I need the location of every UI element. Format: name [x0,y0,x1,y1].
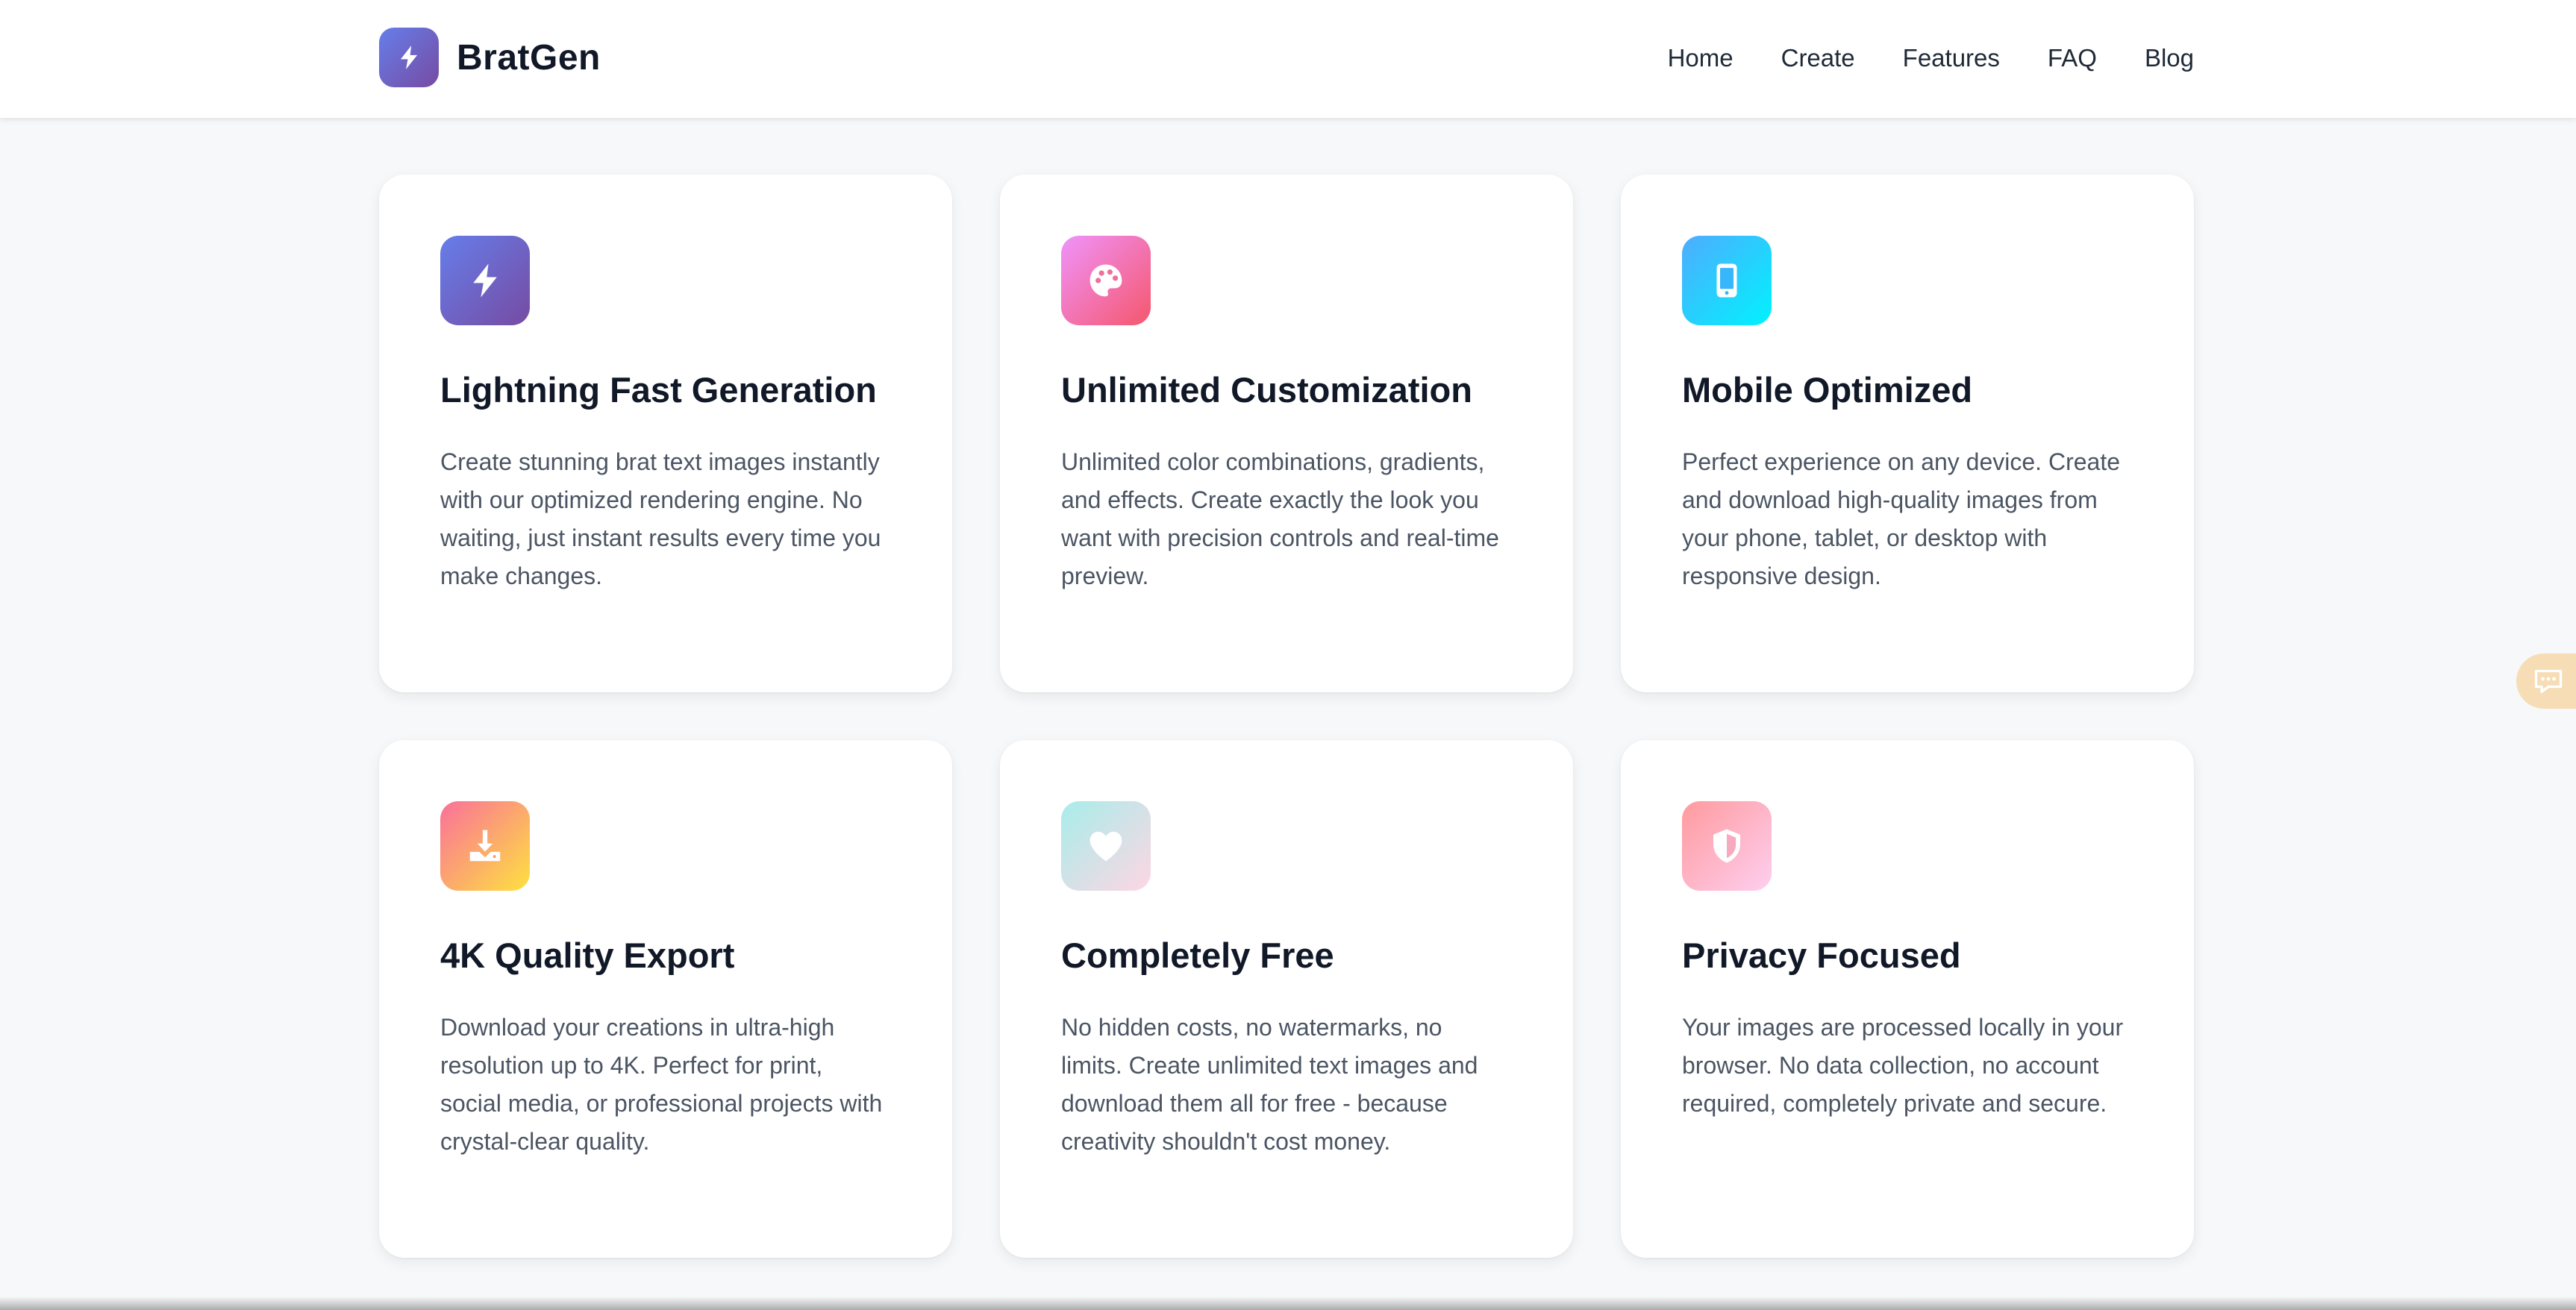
feature-card: Lightning Fast Generation Create stunnin… [379,175,952,692]
feature-title: Mobile Optimized [1682,370,1973,410]
feature-card: Mobile Optimized Perfect experience on a… [1621,175,2194,692]
feature-title: Lightning Fast Generation [440,370,877,410]
feature-icon-box [1061,801,1151,891]
features-grid: Lightning Fast Generation Create stunnin… [379,175,2194,1258]
feature-title: Completely Free [1061,936,1334,975]
feature-icon-box [1682,801,1772,891]
feature-description: Perfect experience on any device. Create… [1682,448,2120,589]
feature-card: Completely Free No hidden costs, no wate… [1000,740,1573,1258]
feature-description: Unlimited color combinations, gradients,… [1061,448,1499,589]
feature-card: Privacy Focused Your images are processe… [1621,740,2194,1258]
feature-title: Privacy Focused [1682,936,1961,975]
feature-description: Your images are processed locally in you… [1682,1014,2124,1117]
mobile-icon [1716,263,1737,298]
feature-icon-box [1061,236,1151,325]
palette-icon [1090,264,1122,297]
lightning-icon [400,46,418,69]
heart-icon [1090,831,1122,862]
lightning-icon [473,263,497,298]
brand-name: BratGen [457,37,601,78]
feature-description: No hidden costs, no watermarks, no limit… [1061,1014,1478,1155]
feature-description: Download your creations in ultra-high re… [440,1014,883,1155]
nav-create[interactable]: Create [1781,37,1855,79]
nav-features[interactable]: Features [1903,37,2000,79]
nav-faq[interactable]: FAQ [2048,37,2097,79]
feature-icon-box [1682,236,1772,325]
bottom-edge-shadow [0,1297,2576,1310]
feature-card: 4K Quality Export Download your creation… [379,740,952,1258]
feature-title: 4K Quality Export [440,936,735,975]
feature-title: Unlimited Customization [1061,370,1472,410]
chat-icon [2534,669,2563,693]
brand[interactable]: BratGen [379,28,601,87]
feature-icon-box [440,236,530,325]
feature-icon-box [440,801,530,891]
shield-icon [1713,829,1740,863]
nav-home[interactable]: Home [1668,37,1734,79]
nav-blog[interactable]: Blog [2145,37,2194,79]
main-nav: Home Create Features FAQ Blog [1668,37,2194,79]
site-header: BratGen Home Create Features FAQ Blog [0,0,2576,118]
feature-card: Unlimited Customization Unlimited color … [1000,175,1573,692]
feature-description: Create stunning brat text images instant… [440,448,881,589]
chat-widget-button[interactable] [2516,654,2576,709]
brand-logo [379,28,439,87]
download-icon [469,830,501,862]
